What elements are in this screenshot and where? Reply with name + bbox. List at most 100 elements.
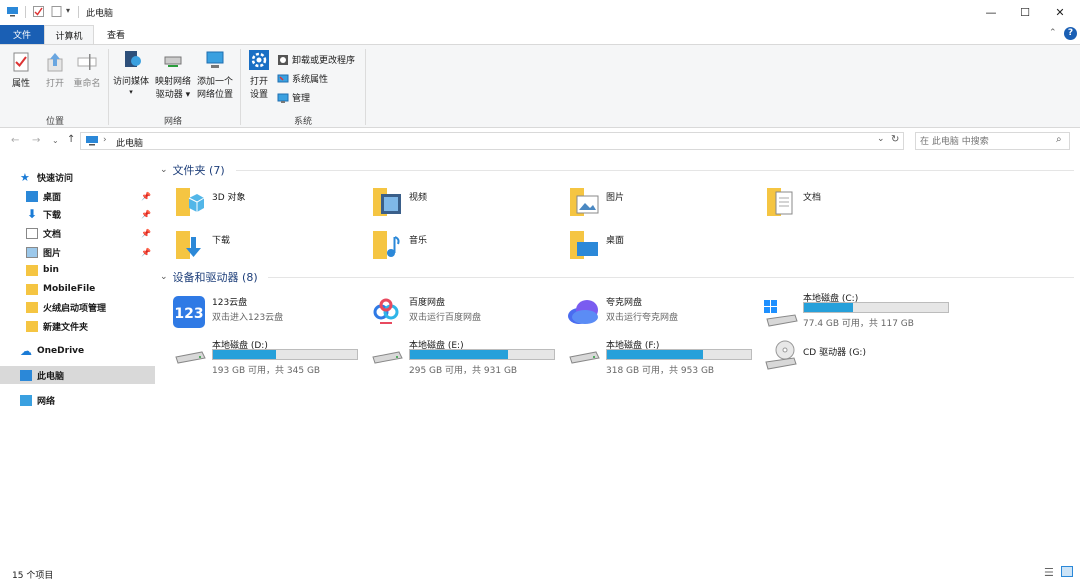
folder-3d-objects[interactable]: 3D 对象: [175, 186, 365, 224]
star-icon: ★: [20, 170, 30, 184]
customize-quick-access-icon[interactable]: ▾: [66, 6, 70, 15]
folder-icon: [26, 320, 38, 332]
sidebar-item-bin[interactable]: bin: [0, 261, 155, 279]
ribbon: 属性 打开 重命名 位置 访问媒体 ▾ 映射网络 驱动器 ▾ 添加一个 网络位置…: [0, 44, 1080, 128]
collapse-ribbon-icon[interactable]: ⌃: [1049, 28, 1057, 38]
pin-icon[interactable]: 📌: [141, 192, 151, 201]
open-settings-button[interactable]: 打开 设置: [244, 49, 274, 102]
app-baidu-netdisk[interactable]: 百度网盘 双击运行百度网盘: [369, 295, 559, 339]
sidebar-item-label: 下载: [43, 210, 62, 221]
folder-pictures[interactable]: 图片: [569, 186, 759, 224]
properties-check-icon[interactable]: [32, 5, 45, 18]
search-input[interactable]: [920, 135, 1050, 148]
open-settings-label-1: 打开: [249, 77, 268, 87]
sidebar-quick-access[interactable]: ★ 快速访问: [0, 168, 155, 186]
collapse-chevron-icon[interactable]: ⌄: [160, 272, 168, 282]
folder-downloads[interactable]: 下载: [175, 229, 365, 267]
app-name: 百度网盘: [409, 298, 446, 308]
uninstall-button[interactable]: 卸载或更改程序: [277, 53, 355, 66]
drive-e[interactable]: 本地磁盘 (E:) 295 GB 可用，共 931 GB: [369, 337, 559, 381]
drive-name: CD 驱动器 (G:): [803, 348, 866, 358]
add-network-location-button[interactable]: 添加一个 网络位置: [194, 49, 236, 102]
help-icon[interactable]: ?: [1064, 27, 1077, 40]
drive-g-cd[interactable]: CD 驱动器 (G:): [763, 340, 953, 384]
document-folder-icon: [767, 188, 793, 216]
section-folders-header[interactable]: ⌄ 文件夹 (7): [160, 162, 225, 178]
system-properties-button[interactable]: 系统属性: [277, 72, 328, 85]
access-media-button[interactable]: 访问媒体 ▾: [111, 49, 151, 96]
network-icon: [20, 394, 32, 406]
open-label: 打开: [45, 79, 64, 89]
sidebar-item-downloads[interactable]: ⬇ 下载 📌: [0, 205, 155, 223]
search-box[interactable]: ⌕: [915, 132, 1070, 150]
minimize-button[interactable]: —: [974, 0, 1008, 24]
address-dropdown-icon[interactable]: ⌄: [877, 134, 885, 144]
app-description: 双击运行夸克网盘: [606, 313, 679, 323]
cd-drive-icon: [765, 340, 797, 370]
breadcrumb-this-pc[interactable]: 此电脑: [116, 136, 143, 149]
computer-icon: [7, 7, 18, 17]
app-123pan[interactable]: 123 123云盘 双击进入123云盘: [172, 295, 362, 339]
map-drive-label-1: 映射网络: [154, 77, 191, 87]
sidebar-onedrive[interactable]: ☁ OneDrive: [0, 342, 155, 360]
map-drive-button[interactable]: 映射网络 驱动器 ▾: [153, 49, 193, 102]
pin-icon[interactable]: 📌: [141, 229, 151, 238]
tab-file[interactable]: 文件: [0, 25, 44, 44]
sidebar-network[interactable]: 网络: [0, 391, 155, 409]
manage-label: 管理: [292, 94, 311, 104]
ribbon-separator: [108, 49, 109, 125]
maximize-button[interactable]: ☐: [1008, 0, 1042, 24]
tab-computer[interactable]: 计算机: [44, 25, 94, 44]
collapse-chevron-icon[interactable]: ⌄: [160, 165, 168, 175]
network-drive-icon: [164, 56, 182, 67]
drive-d[interactable]: 本地磁盘 (D:) 193 GB 可用，共 345 GB: [172, 337, 362, 381]
document-icon: [26, 227, 38, 239]
sidebar-this-pc[interactable]: 此电脑: [0, 366, 155, 384]
folder-videos[interactable]: 视频: [372, 186, 562, 224]
back-arrow-icon[interactable]: ←: [11, 135, 19, 146]
recent-locations-icon[interactable]: ⌄: [52, 136, 59, 145]
app-quark-netdisk[interactable]: 夸克网盘 双击运行夸克网盘: [566, 295, 756, 339]
sidebar-item-new-folder[interactable]: 新建文件夹: [0, 317, 155, 335]
address-bar[interactable]: › 此电脑 ⌄ ↻: [80, 132, 904, 150]
search-icon[interactable]: ⌕: [1056, 134, 1062, 145]
properties-icon: [13, 52, 29, 72]
drive-usage-bar: [212, 349, 358, 360]
folder-music[interactable]: 音乐: [372, 229, 562, 267]
close-button[interactable]: ✕: [1043, 0, 1077, 24]
sidebar-item-mobilefile[interactable]: MobileFile: [0, 280, 155, 298]
hard-drive-icon: [569, 351, 600, 364]
folder-label: 3D 对象: [212, 193, 246, 203]
rename-button[interactable]: 重命名: [70, 51, 104, 91]
manage-button[interactable]: 管理: [277, 91, 310, 104]
forward-arrow-icon[interactable]: →: [32, 135, 40, 146]
hard-drive-icon: [175, 351, 206, 364]
folder-documents[interactable]: 文档: [766, 186, 956, 224]
properties-button[interactable]: 属性: [6, 51, 36, 91]
details-view-icon[interactable]: ☰: [1044, 566, 1054, 579]
sidebar-item-desktop[interactable]: 桌面 📌: [0, 187, 155, 205]
open-button[interactable]: 打开: [40, 51, 70, 91]
pin-icon[interactable]: 📌: [141, 248, 151, 257]
large-icons-view-icon[interactable]: [1061, 566, 1073, 577]
sidebar-item-label: 桌面: [43, 192, 62, 203]
tab-view[interactable]: 查看: [96, 25, 136, 44]
uninstall-icon: [278, 54, 288, 65]
drive-c[interactable]: 本地磁盘 (C:) 77.4 GB 可用，共 117 GB: [763, 290, 953, 334]
folder-desktop[interactable]: 桌面: [569, 229, 759, 267]
pin-icon[interactable]: 📌: [141, 210, 151, 219]
group-label-system: 系统: [293, 117, 312, 127]
sidebar-item-pictures[interactable]: 图片 📌: [0, 243, 155, 261]
sidebar-item-huorong[interactable]: 火绒启动项管理: [0, 298, 155, 316]
section-title: 文件夹 (7): [172, 164, 225, 177]
group-label-location: 位置: [45, 117, 64, 127]
new-folder-icon[interactable]: [50, 5, 63, 18]
refresh-icon[interactable]: ↻: [891, 134, 899, 145]
sidebar-item-documents[interactable]: 文档 📌: [0, 224, 155, 242]
sidebar-item-label: bin: [43, 265, 59, 275]
open-arrow-icon: [47, 53, 63, 72]
drive-f[interactable]: 本地磁盘 (F:) 318 GB 可用，共 953 GB: [566, 337, 756, 381]
section-devices-header[interactable]: ⌄ 设备和驱动器 (8): [160, 269, 258, 285]
up-arrow-icon[interactable]: ↑: [67, 134, 75, 145]
system-properties-icon: [277, 74, 289, 82]
